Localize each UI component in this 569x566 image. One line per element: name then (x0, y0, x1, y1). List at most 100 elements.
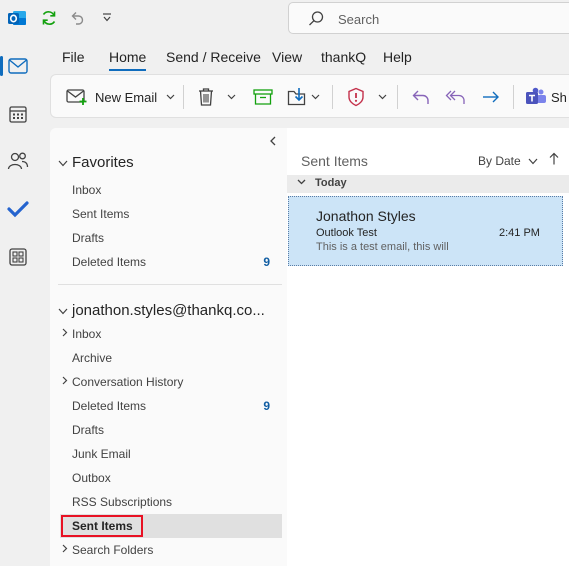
favorites-label: Favorites (72, 154, 134, 171)
folder-search-folders[interactable]: Search Folders (60, 538, 282, 562)
folder-label: Drafts (72, 423, 105, 437)
todo-icon[interactable] (0, 192, 36, 226)
new-email-icon (66, 88, 88, 106)
folder-label: Deleted Items (72, 399, 147, 413)
tab-view[interactable]: View (272, 49, 302, 65)
chevron-down-icon (297, 177, 306, 187)
message-list-title: Sent Items (301, 153, 368, 169)
chevron-down-icon[interactable] (227, 92, 236, 102)
message-list: Sent Items By Date Today Jonathon Styles… (287, 128, 569, 566)
folder-conversation-history[interactable]: Conversation History (60, 370, 282, 394)
unread-count: 9 (263, 255, 270, 269)
folder-label: Conversation History (72, 375, 184, 389)
favorite-drafts[interactable]: Drafts (60, 226, 282, 250)
tab-send-receive[interactable]: Send / Receive (166, 49, 261, 65)
quick-access-customize-icon[interactable] (97, 8, 117, 28)
teams-icon (525, 87, 547, 107)
folder-archive[interactable]: Archive (60, 346, 282, 370)
account-label: jonathon.styles@thankq.co... (72, 302, 265, 319)
chevron-right-icon[interactable] (62, 328, 68, 340)
folder-label: Inbox (72, 327, 102, 341)
folder-label: Inbox (72, 183, 102, 197)
move-button[interactable] (287, 85, 320, 109)
new-email-button[interactable]: New Email (66, 85, 175, 109)
apps-icon[interactable] (0, 240, 36, 274)
ribbon-separator (183, 85, 184, 109)
forward-icon (481, 88, 501, 106)
chevron-down-icon (528, 154, 538, 168)
forward-button[interactable] (481, 85, 501, 109)
favorites-header[interactable]: Favorites (58, 154, 134, 171)
folder-label: Sent Items (72, 207, 130, 221)
title-bar: Search (0, 0, 569, 38)
sort-direction-icon[interactable] (549, 152, 559, 168)
message-time: 2:41 PM (499, 227, 540, 239)
message-item[interactable]: Jonathon Styles Outlook Test 2:41 PM Thi… (288, 196, 563, 266)
move-to-folder-icon (287, 87, 309, 107)
report-button[interactable] (346, 85, 387, 109)
ribbon: New Email Sh (50, 74, 569, 118)
folder-label: Junk Email (72, 447, 131, 461)
search-placeholder: Search (338, 12, 380, 27)
tab-file[interactable]: File (62, 49, 85, 65)
search-icon (307, 10, 325, 31)
folder-label: RSS Subscriptions (72, 495, 173, 509)
search-box[interactable]: Search (288, 2, 569, 34)
reply-icon (411, 88, 431, 106)
sort-by-button[interactable]: By Date (478, 154, 538, 168)
reply-all-icon (445, 88, 467, 106)
mail-icon[interactable] (0, 49, 36, 83)
favorite-inbox[interactable]: Inbox (60, 178, 282, 202)
ribbon-separator (513, 85, 514, 109)
message-subject: Outlook Test (316, 227, 377, 239)
reply-button[interactable] (411, 85, 431, 109)
folder-rss-subscriptions[interactable]: RSS Subscriptions (60, 490, 282, 514)
folder-label: Deleted Items (72, 255, 147, 269)
folder-deleted-items[interactable]: Deleted Items 9 (60, 394, 282, 418)
favorite-sent-items[interactable]: Sent Items (60, 202, 282, 226)
folder-label: Archive (72, 351, 113, 365)
sort-by-label: By Date (478, 154, 521, 168)
folder-drafts[interactable]: Drafts (60, 418, 282, 442)
message-preview: This is a test email, this will (316, 241, 449, 253)
chevron-down-icon[interactable] (166, 92, 175, 102)
favorite-deleted-items[interactable]: Deleted Items 9 (60, 250, 282, 274)
chevron-right-icon[interactable] (62, 544, 68, 556)
app-rail (0, 38, 36, 566)
sync-icon[interactable] (39, 8, 59, 28)
tab-help[interactable]: Help (383, 49, 412, 65)
outlook-logo-icon (7, 8, 27, 28)
delete-button[interactable] (197, 85, 236, 109)
reply-all-button[interactable] (445, 85, 467, 109)
folder-label: Outbox (72, 471, 111, 485)
share-to-teams-button[interactable]: Sh (525, 85, 567, 109)
undo-icon[interactable] (68, 8, 88, 28)
folder-label: Search Folders (72, 543, 154, 557)
share-to-teams-label: Sh (551, 89, 567, 105)
collapse-folder-pane-icon[interactable] (269, 136, 277, 149)
tab-thankq[interactable]: thankQ (321, 49, 366, 65)
date-group-header[interactable]: Today (287, 175, 569, 193)
message-sender: Jonathon Styles (316, 208, 416, 224)
chevron-down-icon[interactable] (311, 92, 320, 102)
new-email-label: New Email (95, 89, 158, 105)
folder-label: Drafts (72, 231, 105, 245)
tab-home[interactable]: Home (109, 49, 147, 71)
unread-count: 9 (263, 399, 270, 413)
chevron-right-icon[interactable] (62, 376, 68, 388)
ribbon-separator (397, 85, 398, 109)
folder-inbox[interactable]: Inbox (60, 322, 282, 346)
chevron-down-icon (58, 159, 72, 170)
account-header[interactable]: jonathon.styles@thankq.co... (58, 302, 265, 319)
folder-label: Sent Items (61, 515, 143, 537)
chevron-down-icon (58, 307, 72, 318)
archive-button[interactable] (253, 85, 273, 109)
people-icon[interactable] (0, 144, 36, 178)
chevron-down-icon[interactable] (378, 92, 387, 102)
folder-sent-items[interactable]: Sent Items (60, 514, 282, 538)
folder-junk-email[interactable]: Junk Email (60, 442, 282, 466)
calendar-icon[interactable] (0, 97, 36, 131)
date-group-label: Today (315, 177, 347, 189)
folder-outbox[interactable]: Outbox (60, 466, 282, 490)
shield-icon (346, 87, 366, 107)
